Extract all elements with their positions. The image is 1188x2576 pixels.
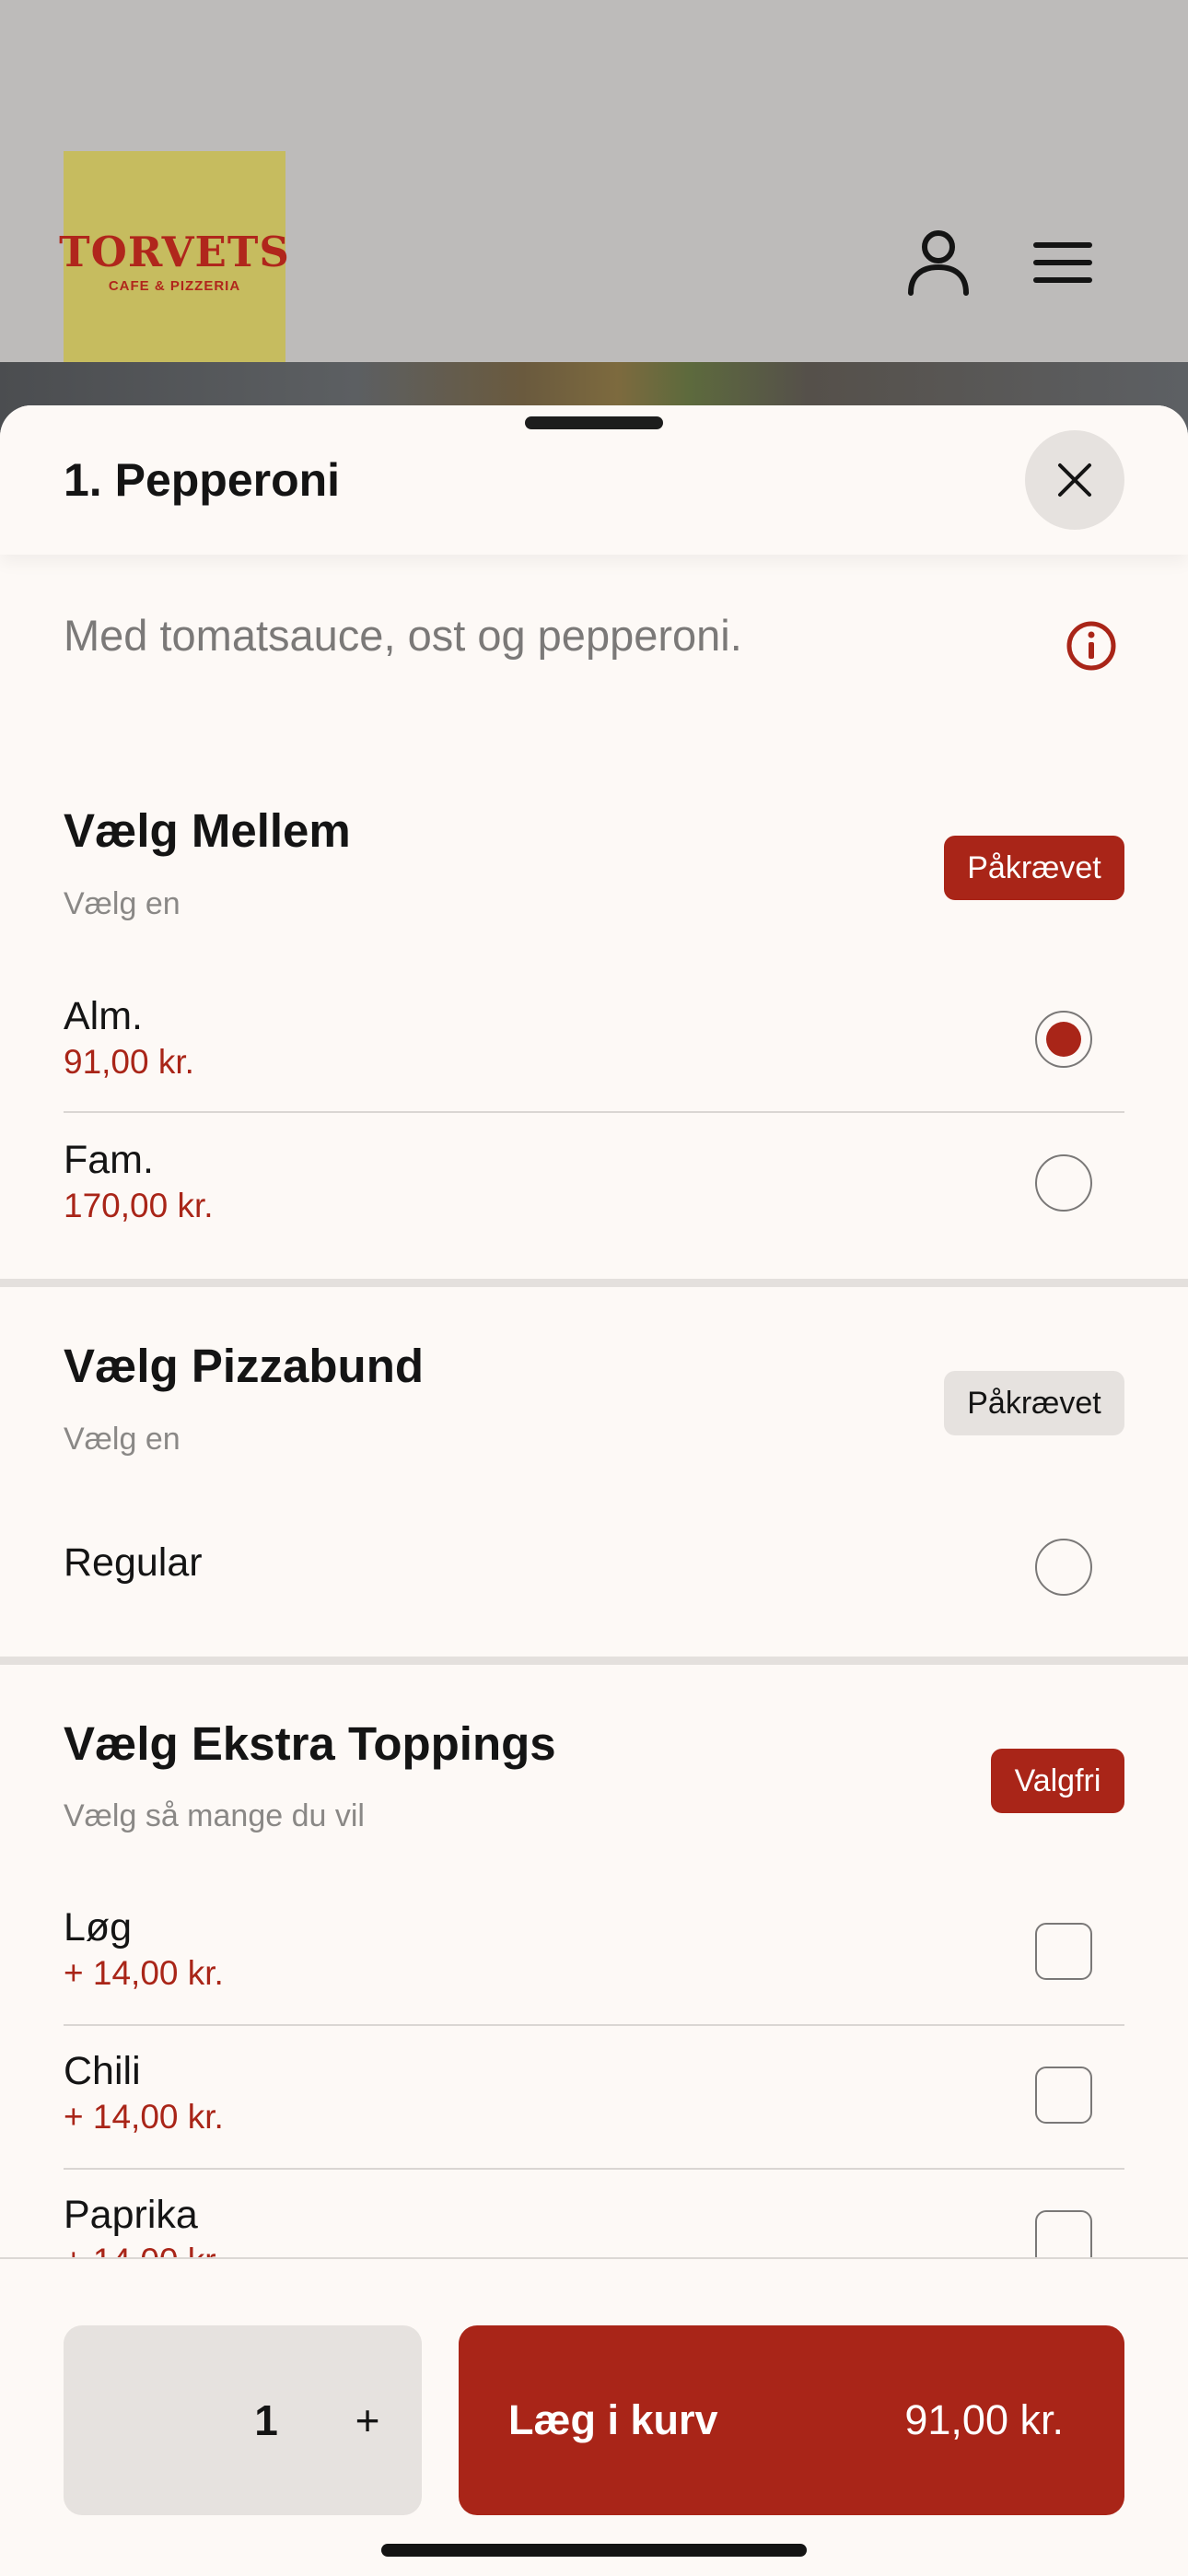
logo-wordmark: TORVETS xyxy=(59,227,290,276)
product-description: Med tomatsauce, ost og pepperoni. xyxy=(64,611,742,660)
app-header: TORVETS CAFE & PIZZERIA xyxy=(0,0,1188,373)
account-button[interactable] xyxy=(897,221,980,304)
group-subtitle-toppings: Vælg så mange du vil xyxy=(64,1798,365,1833)
option-name: Alm. xyxy=(64,994,143,1038)
size-radio-fam[interactable] xyxy=(1035,1154,1092,1212)
restaurant-logo[interactable]: TORVETS CAFE & PIZZERIA xyxy=(59,151,289,373)
option-name: Fam. xyxy=(64,1138,154,1182)
option-name: Regular xyxy=(64,1540,203,1585)
required-badge: Påkrævet xyxy=(944,836,1124,900)
home-indicator[interactable] xyxy=(381,2544,807,2557)
optional-badge: Valgfri xyxy=(991,1749,1124,1813)
topping-checkbox-chili[interactable] xyxy=(1035,2067,1092,2124)
menu-button[interactable] xyxy=(1021,221,1104,304)
option-name: Paprika xyxy=(64,2193,198,2237)
size-radio-alm[interactable] xyxy=(1035,1011,1092,1068)
group-title-crust: Vælg Pizzabund xyxy=(64,1340,425,1392)
option-price: + 14,00 kr. xyxy=(64,1954,224,1992)
close-icon xyxy=(1058,463,1091,497)
option-price: 91,00 kr. xyxy=(64,1043,194,1081)
cart-total-price: 91,00 kr. xyxy=(904,2396,1064,2443)
product-title: 1. Pepperoni xyxy=(64,454,341,506)
group-subtitle-crust: Vælg en xyxy=(64,1422,181,1457)
product-sheet: 1. Pepperoni Med tomatsauce, ost og pepp… xyxy=(0,405,1188,2576)
option-price: 170,00 kr. xyxy=(64,1187,214,1224)
topping-checkbox-log[interactable] xyxy=(1035,1923,1092,1980)
required-badge: Påkrævet xyxy=(944,1371,1124,1435)
option-price: + 14,00 kr. xyxy=(64,2098,224,2136)
add-to-cart-button[interactable]: Læg i kurv 91,00 kr. xyxy=(459,2325,1124,2515)
increment-button[interactable]: + xyxy=(331,2383,404,2457)
option-name: Chili xyxy=(64,2049,141,2093)
sheet-header: 1. Pepperoni xyxy=(0,405,1188,555)
user-icon xyxy=(908,230,969,296)
group-title-size: Vælg Mellem xyxy=(64,804,351,857)
close-button[interactable] xyxy=(1025,430,1124,530)
divider xyxy=(64,2168,1124,2170)
logo-tagline: CAFE & PIZZERIA xyxy=(108,277,241,294)
order-footer: 1 + Læg i kurv 91,00 kr. xyxy=(0,2257,1188,2576)
info-icon[interactable] xyxy=(1065,619,1118,673)
section-separator xyxy=(0,1279,1188,1287)
quantity-value: 1 xyxy=(254,2396,278,2444)
quantity-stepper[interactable]: 1 + xyxy=(64,2325,422,2515)
option-name: Løg xyxy=(64,1905,133,1950)
hamburger-menu-icon xyxy=(1033,242,1092,283)
add-to-cart-label: Læg i kurv xyxy=(508,2396,718,2443)
group-subtitle-size: Vælg en xyxy=(64,886,181,921)
sheet-grabber[interactable] xyxy=(525,416,663,429)
section-separator xyxy=(0,1657,1188,1665)
divider xyxy=(64,2024,1124,2026)
crust-radio-regular[interactable] xyxy=(1035,1539,1092,1596)
group-title-toppings: Vælg Ekstra Toppings xyxy=(64,1717,556,1770)
divider xyxy=(64,1111,1124,1113)
